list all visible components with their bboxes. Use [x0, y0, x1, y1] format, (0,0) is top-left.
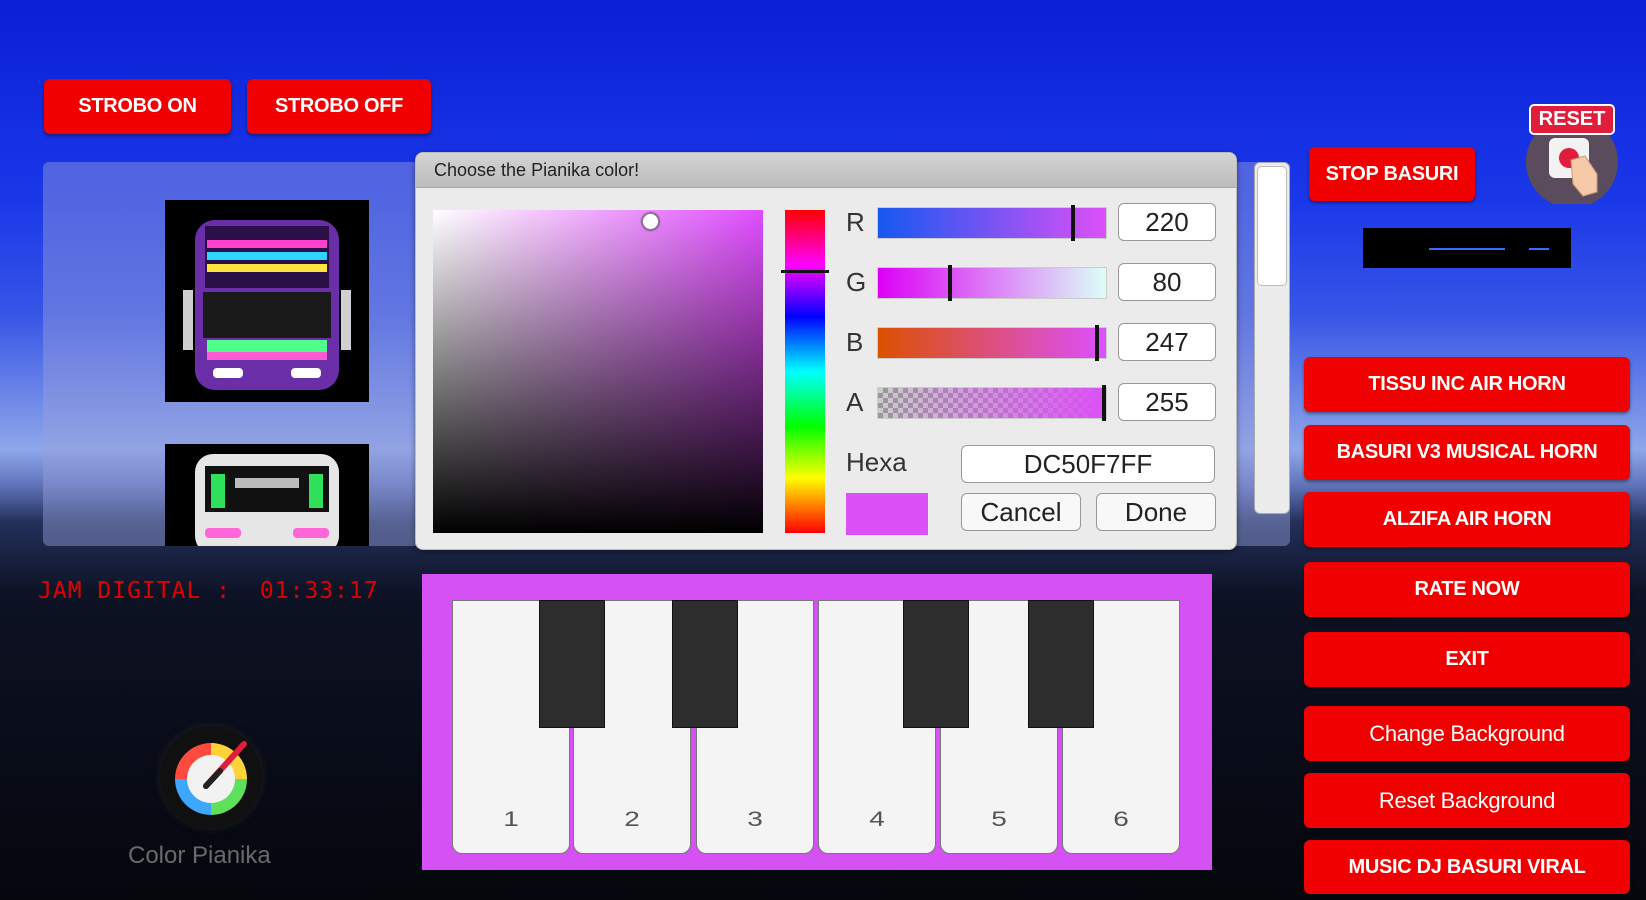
scrollbar-handle[interactable]: [1257, 166, 1287, 286]
green-slider[interactable]: [877, 265, 1107, 301]
color-pianika-button[interactable]: [160, 726, 262, 828]
rate-now-button[interactable]: RATE NOW: [1304, 562, 1630, 617]
piano-black-key[interactable]: [539, 600, 605, 728]
clock-label: JAM DIGITAL :: [38, 578, 232, 604]
pianika-keyboard: 1 2 3 4 5 6: [422, 574, 1212, 870]
piano-black-key[interactable]: [903, 600, 969, 728]
key-number: 1: [503, 807, 519, 831]
done-button[interactable]: Done: [1096, 493, 1216, 531]
audio-equalizer-display: [1363, 228, 1571, 268]
green-value-input[interactable]: 80: [1118, 263, 1216, 301]
alzifa-air-horn-button[interactable]: ALZIFA AIR HORN: [1304, 492, 1630, 547]
key-number: 2: [624, 807, 640, 831]
equalizer-line-icon: [1429, 248, 1549, 250]
color-wheel-icon: [175, 741, 247, 815]
blue-slider-thumb[interactable]: [1095, 325, 1099, 361]
red-value-input[interactable]: 220: [1118, 203, 1216, 241]
digital-clock: JAM DIGITAL : 01:33:17: [38, 578, 379, 604]
hexa-value-input[interactable]: DC50F7FF: [961, 445, 1215, 483]
gallery-scrollbar[interactable]: [1254, 162, 1290, 514]
clock-time: 01:33:17: [259, 578, 379, 604]
blue-label: B: [846, 327, 864, 357]
red-slider[interactable]: [877, 205, 1107, 241]
reset-label: RESET: [1529, 104, 1615, 135]
tissu-inc-air-horn-button[interactable]: TISSU INC AIR HORN: [1304, 357, 1630, 412]
key-number: 3: [747, 807, 763, 831]
basuri-v3-musical-horn-button[interactable]: BASURI V3 MUSICAL HORN: [1304, 425, 1630, 480]
bus-front-image: [183, 220, 351, 390]
key-number: 6: [1113, 807, 1129, 831]
cancel-button[interactable]: Cancel: [961, 493, 1081, 531]
exit-button[interactable]: EXIT: [1304, 632, 1630, 687]
blue-value-input[interactable]: 247: [1118, 323, 1216, 361]
change-background-button[interactable]: Change Background: [1304, 706, 1630, 761]
bus-front-image: [195, 454, 339, 546]
bus-thumbnail-2[interactable]: [165, 444, 369, 546]
red-label: R: [846, 207, 865, 237]
stop-basuri-button[interactable]: STOP BASURI: [1309, 147, 1475, 201]
alpha-value-input[interactable]: 255: [1118, 383, 1216, 421]
piano-black-key[interactable]: [1028, 600, 1094, 728]
color-pianika-label: Color Pianika: [128, 842, 271, 869]
key-number: 4: [869, 807, 885, 831]
strobo-off-button[interactable]: STROBO OFF: [247, 79, 431, 134]
sv-picker-handle[interactable]: [642, 213, 659, 230]
color-picker-dialog: Choose the Pianika color! R 220 G 80 B 2…: [415, 152, 1237, 550]
alpha-label: A: [846, 387, 864, 417]
reset-badge[interactable]: RESET: [1523, 104, 1621, 204]
dialog-title: Choose the Pianika color!: [416, 153, 1236, 188]
reset-background-button[interactable]: Reset Background: [1304, 773, 1630, 828]
green-label: G: [846, 267, 867, 297]
alpha-slider-thumb[interactable]: [1102, 385, 1106, 421]
red-slider-thumb[interactable]: [1071, 205, 1075, 241]
alpha-slider[interactable]: [877, 385, 1107, 421]
strobo-on-button[interactable]: STROBO ON: [44, 79, 231, 134]
green-slider-thumb[interactable]: [948, 265, 952, 301]
key-number: 5: [991, 807, 1007, 831]
saturation-value-area[interactable]: [433, 210, 763, 533]
bus-thumbnail-1[interactable]: [165, 200, 369, 402]
blue-slider[interactable]: [877, 325, 1107, 361]
color-preview-swatch: [846, 493, 928, 535]
hue-slider[interactable]: [781, 210, 829, 533]
hexa-label: Hexa: [846, 447, 907, 477]
hue-slider-marker[interactable]: [781, 270, 829, 273]
piano-black-key[interactable]: [672, 600, 738, 728]
music-dj-basuri-viral-button[interactable]: MUSIC DJ BASURI VIRAL: [1304, 840, 1630, 894]
